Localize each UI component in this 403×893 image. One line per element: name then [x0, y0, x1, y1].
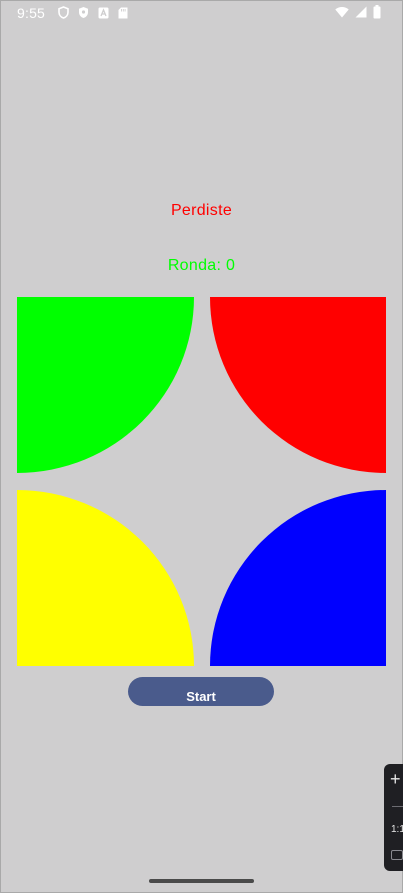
wifi-icon	[335, 7, 349, 18]
status-system-icons	[335, 5, 381, 19]
toolbar-divider	[392, 806, 403, 807]
red-pad[interactable]	[210, 297, 386, 473]
status-time: 9:55	[17, 5, 46, 21]
floating-toolbar: + 1:1	[384, 764, 403, 871]
status-notification-icons	[58, 6, 128, 19]
start-button[interactable]: Start	[128, 677, 274, 706]
round-counter-label: Ronda: 0	[167, 257, 236, 274]
zoom-in-button[interactable]: +	[390, 770, 401, 788]
home-indicator[interactable]	[149, 879, 254, 883]
zoom-ratio-button[interactable]: 1:1	[391, 824, 403, 835]
frame-icon[interactable]	[391, 850, 403, 860]
blue-pad[interactable]	[210, 490, 386, 666]
yellow-pad[interactable]	[17, 490, 194, 666]
accessibility-icon	[98, 7, 109, 18]
sd-card-icon	[118, 7, 128, 18]
status-bar: 9:55	[0, 0, 403, 26]
green-pad[interactable]	[17, 297, 194, 473]
shield-outline-icon	[58, 6, 69, 19]
game-status-label: Perdiste	[170, 202, 233, 219]
cell-signal-icon	[355, 6, 367, 18]
shield-filled-icon	[79, 7, 88, 18]
battery-icon	[373, 5, 381, 19]
